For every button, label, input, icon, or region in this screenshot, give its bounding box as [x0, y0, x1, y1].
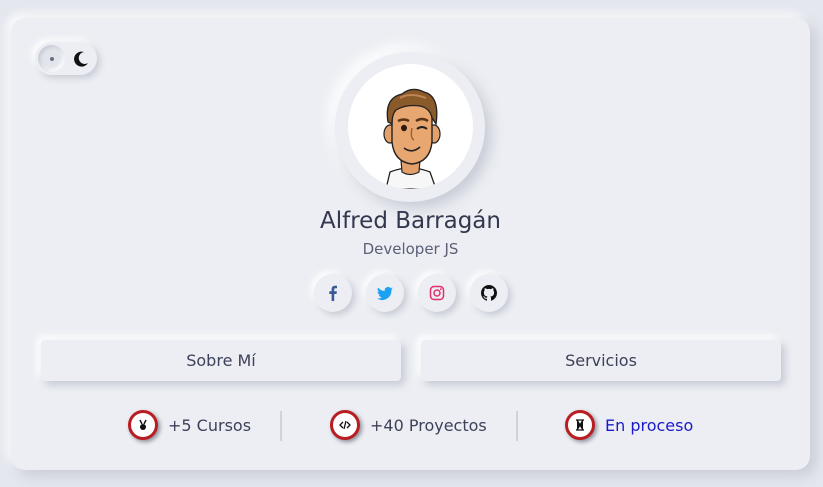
medal-icon	[139, 419, 147, 430]
avatar	[348, 64, 473, 189]
twitter-icon	[377, 286, 393, 301]
hourglass-icon	[576, 419, 584, 431]
facebook-button[interactable]	[314, 274, 352, 312]
services-button[interactable]: Servicios	[421, 340, 781, 381]
facebook-icon	[329, 285, 337, 301]
profile-name: Alfred Barragán	[320, 208, 501, 234]
stat-status: En proceso	[565, 410, 693, 440]
avatar-illustration	[383, 88, 441, 189]
stat-courses-label: +5 Cursos	[168, 415, 252, 435]
about-button[interactable]: Sobre Mí	[41, 340, 401, 381]
twitter-button[interactable]	[366, 274, 404, 312]
github-icon	[481, 285, 497, 301]
moon-icon	[74, 51, 88, 67]
code-icon	[339, 420, 351, 430]
github-button[interactable]	[470, 274, 508, 312]
stat-projects-label: +40 Proyectos	[370, 415, 487, 435]
toggle-knob[interactable]	[38, 45, 65, 72]
medal-badge	[128, 410, 158, 440]
profile-card: Alfred Barragán Developer JS Sobre Mí Se…	[11, 18, 810, 470]
code-badge	[330, 410, 360, 440]
instagram-icon	[429, 285, 445, 301]
stat-courses: +5 Cursos	[128, 410, 251, 440]
hourglass-badge	[565, 410, 595, 440]
profile-role: Developer JS	[362, 240, 459, 258]
stat-divider	[516, 411, 518, 441]
avatar-frame	[335, 52, 485, 202]
stat-status-link[interactable]: En proceso	[605, 416, 693, 435]
stat-projects: +40 Proyectos	[330, 410, 487, 440]
stat-divider	[280, 411, 282, 441]
dot-icon	[50, 57, 54, 61]
theme-toggle[interactable]	[35, 42, 97, 75]
instagram-button[interactable]	[418, 274, 456, 312]
